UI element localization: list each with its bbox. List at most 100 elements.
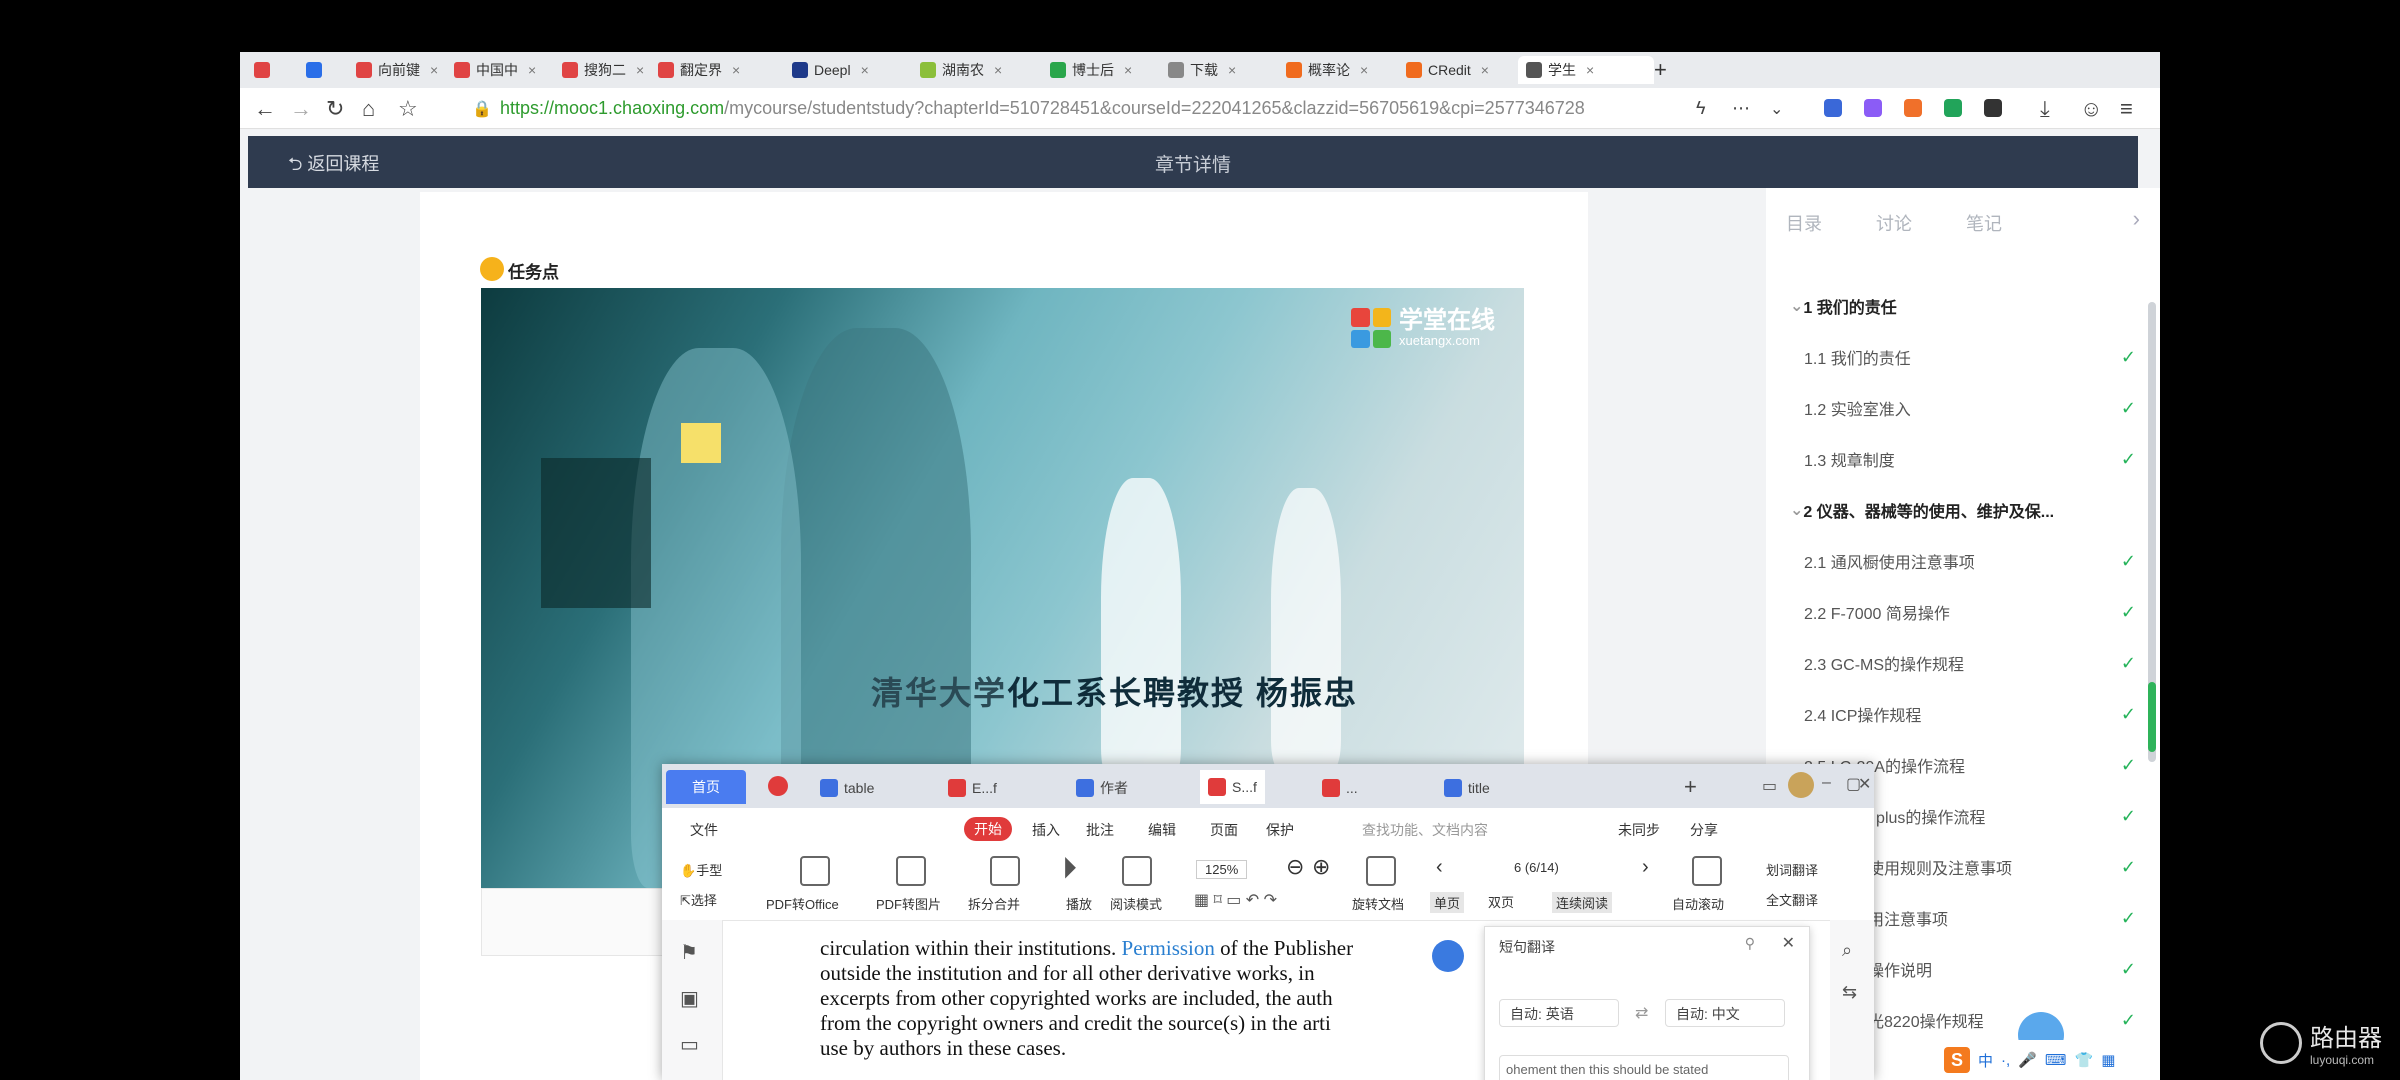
dropdown-icon[interactable]: ⌄ [1770,99,1783,119]
browser-tab[interactable]: 向前键 × [356,56,446,84]
next-page-icon[interactable]: › [1642,856,1649,879]
sidebar-tab[interactable]: 讨论 [1876,210,1912,236]
sidebar-scroll-thumb[interactable] [2148,682,2156,752]
tab-close-icon[interactable]: × [1228,62,1236,78]
pin-icon[interactable]: ⚲ [1745,935,1755,952]
skin-icon[interactable]: 👕 [2075,1051,2094,1069]
word-translate-button[interactable]: 划词翻译 [1766,860,1818,879]
tab-close-icon[interactable]: × [1360,62,1368,78]
autoscroll-button[interactable]: 自动滚动 [1672,894,1724,913]
tab-close-icon[interactable]: × [1586,62,1594,78]
target-language-select[interactable]: 自动: 中文 [1665,999,1785,1027]
tab-close-icon[interactable]: × [994,62,1002,78]
tab-close-icon[interactable]: × [528,62,536,78]
translate-float-button[interactable] [1432,940,1464,972]
browser-tab[interactable]: 学生 × [1518,56,1654,84]
minimize-icon[interactable]: – [1822,774,1831,792]
page-indicator[interactable]: 6 (6/14) [1514,860,1559,875]
wps-doc-tab[interactable]: title [1444,774,1490,802]
read-mode-button[interactable]: 阅读模式 [1110,894,1162,913]
toc-item[interactable]: 2.4 ICP操作规程 ✓ [1766,694,2136,734]
sync-status[interactable]: 未同步 [1618,820,1660,840]
double-page-button[interactable]: 双页 [1488,892,1514,911]
wps-menu-item[interactable]: 插入 [1032,820,1060,840]
swap-icon[interactable]: ⇄ [1635,1003,1648,1023]
bookmark-icon[interactable]: ⚑ [680,940,698,965]
wps-search-input[interactable]: 查找功能、文档内容 [1362,820,1488,840]
sidebar-tab[interactable]: 笔记 [1966,210,2002,236]
microphone-icon[interactable]: 🎤 [2018,1051,2037,1069]
source-language-select[interactable]: 自动: 英语 [1499,999,1619,1027]
account-icon[interactable]: ☺ [2080,96,2102,122]
extension-icon[interactable] [1944,99,1962,117]
rotate-button[interactable]: 旋转文档 [1352,894,1404,913]
sidebar-collapse-icon[interactable]: › [2133,206,2140,232]
wps-home-tab[interactable]: 首页 [666,770,746,804]
new-tab-icon[interactable]: + [1654,56,1667,84]
prev-page-icon[interactable]: ‹ [1436,856,1443,879]
continuous-read-button[interactable]: 连续阅读 [1552,892,1613,913]
thumbnail-icon[interactable]: ▣ [680,986,699,1011]
page-tools-icons[interactable]: ▦ ⌑ ▭ ↶ ↷ [1194,890,1277,910]
tab-close-icon[interactable]: × [430,62,438,78]
star-icon[interactable]: ☆ [398,96,418,122]
wps-menu-item[interactable]: 文件 [690,820,718,840]
browser-tab[interactable]: 湖南农 × [920,56,1030,84]
punctuation-icon[interactable]: ·, [2001,1052,2010,1069]
zoom-in-icon[interactable]: ⊕ [1312,854,1330,880]
user-avatar[interactable] [1788,772,1814,798]
wps-doc-tab[interactable]: table [820,774,874,802]
tab-close-icon[interactable]: × [1124,62,1132,78]
toc-item[interactable]: 2.2 F-7000 简易操作 ✓ [1766,592,2136,632]
extension-icon[interactable] [1904,99,1922,117]
tab-close-icon[interactable]: × [861,62,869,78]
download-icon[interactable]: ⤓ [2040,96,2050,122]
comment-icon[interactable]: ▭ [680,1032,699,1057]
full-translate-button[interactable]: 全文翻译 [1766,890,1818,909]
share-button[interactable]: 分享 [1690,820,1718,840]
split-merge-button[interactable]: 拆分合并 [968,894,1020,913]
browser-tab[interactable]: 概率论 × [1286,56,1396,84]
translate-close-icon[interactable]: ✕ [1782,933,1795,953]
browser-tab[interactable]: CRedit × [1406,56,1516,84]
wps-menu-item[interactable]: 编辑 [1148,820,1176,840]
zoom-select[interactable]: 125% [1196,860,1248,879]
search-icon[interactable]: ⌕ [1842,940,1852,961]
wps-doc-tab[interactable]: ... [1322,774,1358,802]
toc-item[interactable]: 1.2 实验室准入 ✓ [1766,388,2136,428]
reload-icon[interactable]: ↻ [326,96,344,122]
new-tab-icon[interactable]: + [1684,774,1697,800]
toc-item[interactable]: 2.1 通风橱使用注意事项 ✓ [1766,541,2136,581]
browser-tab[interactable]: Deepl × [792,56,902,84]
zoom-out-icon[interactable]: ⊖ [1286,854,1304,880]
browser-tab[interactable] [254,56,294,84]
translate-icon[interactable]: ⇆ [1842,982,1857,1003]
keyboard-icon[interactable]: ⌨ [2045,1051,2067,1069]
wps-menu-item[interactable]: 批注 [1086,820,1114,840]
browser-tab[interactable]: 下载 × [1168,56,1278,84]
close-icon[interactable]: ✕ [1858,774,1871,794]
wps-doc-tab[interactable]: S...f [1200,770,1265,804]
wps-menu-item[interactable]: 保护 [1266,820,1294,840]
pdf-to-image-button[interactable]: PDF转图片 [876,894,941,913]
toc-section[interactable]: ⌄ 2 仪器、器械等的使用、维护及保... [1766,490,2136,530]
toc-item[interactable]: 1.3 规章制度 ✓ [1766,439,2136,479]
hand-tool[interactable]: ✋手型 [680,860,722,879]
browser-tab[interactable]: 中国中 × [454,56,544,84]
toc-item[interactable]: 2.3 GC-MS的操作规程 ✓ [1766,643,2136,683]
url-field[interactable]: https://mooc1.chaoxing.com/mycourse/stud… [500,98,1585,119]
sogou-ime-icon[interactable]: S [1944,1047,1970,1073]
tab-close-icon[interactable]: × [1481,62,1489,78]
ime-language-label[interactable]: 中 [1978,1050,1993,1071]
play-button[interactable]: 播放 [1066,894,1092,913]
more-icon[interactable]: ⋯ [1732,98,1750,119]
back-icon[interactable]: ← [254,96,276,122]
apps-icon[interactable] [1984,99,2002,117]
single-page-button[interactable]: 单页 [1430,892,1465,913]
browser-tab[interactable]: 搜狗二 × [562,56,652,84]
window-layout-icon[interactable]: ▭ [1762,776,1777,796]
forward-icon[interactable]: → [290,96,312,122]
wps-doc-tab[interactable]: 作者 [1076,774,1128,802]
home-icon[interactable]: ⌂ [362,96,375,122]
menu-icon[interactable]: ≡ [2120,96,2133,122]
